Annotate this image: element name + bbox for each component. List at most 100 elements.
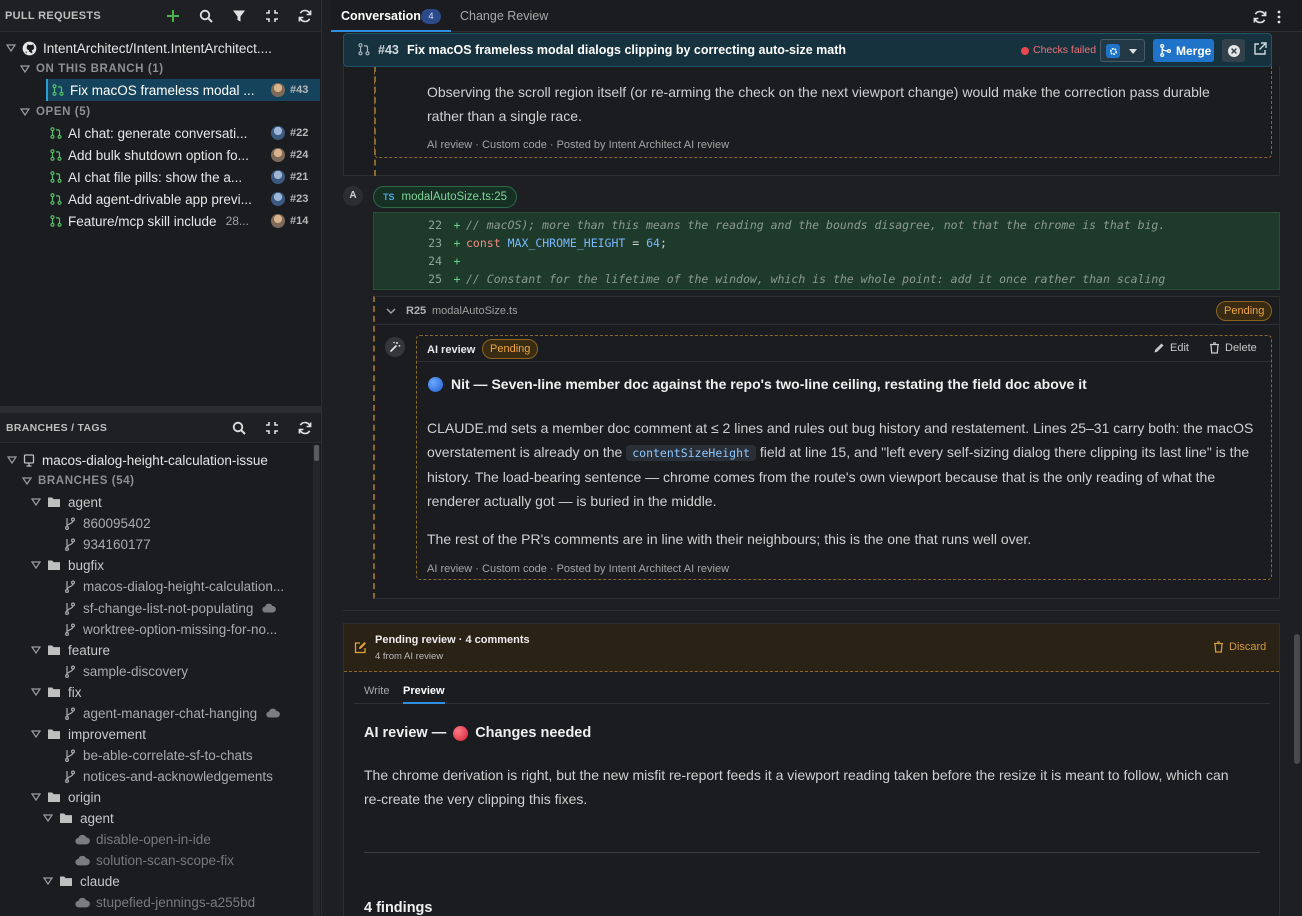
pr-item[interactable]: AI chat file pills: show the a... #21 bbox=[48, 166, 320, 188]
pr-item[interactable]: Add agent-drivable app previ... #23 bbox=[48, 188, 320, 210]
branches-panel: BRANCHES / TAGS macos-dialog-height-calc… bbox=[0, 413, 321, 916]
pull-request-icon bbox=[358, 43, 370, 56]
branch-item[interactable]: agent-manager-chat-hanging bbox=[0, 702, 321, 724]
merge-button[interactable]: Merge bbox=[1153, 39, 1214, 62]
search-icon[interactable] bbox=[222, 413, 255, 443]
refresh-icon[interactable] bbox=[288, 1, 321, 31]
branch-item[interactable]: be-able-correlate-sf-to-chats bbox=[0, 744, 321, 766]
expand-triangle-icon bbox=[43, 877, 53, 886]
scrollbar-thumb[interactable] bbox=[1294, 634, 1300, 764]
pr-title: Add agent-drivable app previ... bbox=[68, 191, 252, 207]
branch-label: sample-discovery bbox=[83, 663, 189, 679]
expand-triangle-icon bbox=[31, 561, 41, 570]
branch-icon bbox=[64, 602, 76, 615]
folder-bugfix[interactable]: bugfix bbox=[0, 554, 321, 576]
branch-label: be-able-correlate-sf-to-chats bbox=[83, 747, 253, 763]
pr-title: Add bulk shutdown option fo... bbox=[68, 147, 249, 163]
review-thread-header[interactable]: R25 modalAutoSize.ts Pending bbox=[375, 297, 1280, 325]
pr-item[interactable]: Add bulk shutdown option fo... #24 bbox=[48, 144, 320, 166]
tab-write[interactable]: Write bbox=[364, 685, 389, 697]
branch-item[interactable]: worktree-option-missing-for-no... bbox=[0, 618, 321, 640]
comment-heading: Nit — Seven-line member doc against the … bbox=[428, 376, 1087, 392]
collapse-all-icon[interactable] bbox=[255, 413, 288, 443]
pull-request-icon bbox=[50, 149, 62, 161]
preview-heading-prefix: AI review — bbox=[364, 725, 447, 741]
folder-icon bbox=[47, 496, 61, 508]
main-scrollbar[interactable] bbox=[1293, 32, 1301, 916]
branch-item[interactable]: 860095402 bbox=[0, 512, 321, 534]
file-chip[interactable]: TS modalAutoSize.ts:25 bbox=[373, 186, 517, 208]
checks-failed-dot bbox=[1021, 47, 1029, 55]
code-keyword: const bbox=[466, 236, 501, 250]
branch-label: agent-manager-chat-hanging bbox=[83, 705, 258, 721]
filter-icon[interactable] bbox=[222, 1, 255, 31]
sidebar-splitter[interactable] bbox=[322, 0, 331, 916]
branch-item[interactable]: sample-discovery bbox=[0, 660, 321, 682]
remote-branch-item[interactable]: solution-scan-scope-fix bbox=[0, 849, 321, 871]
expand-triangle-icon bbox=[43, 814, 53, 823]
refresh-icon[interactable] bbox=[288, 413, 321, 443]
branch-item[interactable]: notices-and-acknowledgements bbox=[0, 765, 321, 787]
branch-label: stupefied-jennings-a255bd bbox=[96, 894, 256, 910]
pr-item[interactable]: Feature/mcp skill include 28... #14 bbox=[48, 210, 320, 232]
folder-fix[interactable]: fix bbox=[0, 681, 321, 703]
avatar bbox=[271, 126, 285, 140]
pr-number: #23 bbox=[290, 193, 309, 205]
repo-node[interactable]: IntentArchitect/Intent.IntentArchitect..… bbox=[0, 37, 321, 59]
folder-feature[interactable]: feature bbox=[0, 639, 321, 661]
computer-icon bbox=[23, 453, 35, 467]
remote-branch-item[interactable]: stupefied-jennings-a255bd bbox=[0, 891, 321, 913]
inline-code: contentSizeHeight bbox=[626, 445, 756, 461]
folder-agent[interactable]: agent bbox=[0, 491, 321, 513]
blue-circle-icon bbox=[428, 376, 443, 392]
editor-tabs: Write Preview bbox=[354, 680, 1270, 704]
close-icon[interactable] bbox=[1222, 39, 1245, 62]
line-number: 24 bbox=[428, 254, 442, 268]
branch-item[interactable]: sf-change-list-not-populating bbox=[0, 597, 321, 619]
branch-icon bbox=[64, 517, 76, 530]
open-section[interactable]: OPEN (5) bbox=[0, 101, 321, 123]
more-options-icon[interactable] bbox=[1276, 10, 1282, 24]
branch-icon bbox=[64, 623, 76, 636]
branch-label: solution-scan-scope-fix bbox=[96, 852, 235, 868]
on-branch-section[interactable]: ON THIS BRANCH (1) bbox=[0, 58, 321, 80]
collapse-all-icon[interactable] bbox=[255, 1, 288, 31]
folder-improvement[interactable]: improvement bbox=[0, 723, 321, 745]
refresh-icon[interactable] bbox=[1253, 10, 1267, 24]
current-branch-node[interactable]: macos-dialog-height-calculation-issue bbox=[0, 449, 321, 471]
branch-item[interactable]: 934160177 bbox=[0, 533, 321, 555]
comment-footer: AI review · Custom code · Posted by Inte… bbox=[427, 563, 730, 575]
pr-item[interactable]: AI chat: generate conversati... #22 bbox=[48, 122, 320, 144]
branch-item[interactable]: macos-dialog-height-calculation... bbox=[0, 575, 321, 597]
on-branch-label: ON THIS BRANCH (1) bbox=[36, 63, 164, 75]
branches-count-label: BRANCHES (54) bbox=[38, 475, 135, 487]
add-icon[interactable] bbox=[156, 1, 189, 31]
chevron-down-icon[interactable] bbox=[386, 307, 396, 315]
folder-origin-claude[interactable]: claude bbox=[0, 870, 321, 892]
folder-origin[interactable]: origin bbox=[0, 786, 321, 808]
line-number: 23 bbox=[428, 236, 442, 250]
pr-item-current[interactable]: Fix macOS frameless modal ... #43 bbox=[46, 79, 320, 101]
magic-wand-icon bbox=[385, 337, 405, 357]
search-icon[interactable] bbox=[189, 1, 222, 31]
author-avatar: A bbox=[343, 186, 363, 206]
checks-status[interactable]: Checks failed bbox=[1033, 44, 1096, 56]
delete-button[interactable]: Delete bbox=[1209, 342, 1257, 354]
pr-extra: 28... bbox=[225, 214, 249, 228]
discard-button[interactable]: Discard bbox=[1213, 641, 1266, 653]
code-operator: = bbox=[625, 236, 647, 250]
ai-comment-header: AI review Pending Edit Delete bbox=[417, 336, 1271, 362]
findings-heading: 4 findings bbox=[364, 900, 433, 916]
merge-method-select[interactable] bbox=[1100, 39, 1145, 62]
pending-review-header: Pending review · 4 comments 4 from AI re… bbox=[344, 624, 1279, 672]
tab-preview[interactable]: Preview bbox=[403, 685, 445, 704]
branches-section[interactable]: BRANCHES (54) bbox=[0, 470, 321, 492]
remote-branch-item[interactable]: disable-open-in-ide bbox=[0, 828, 321, 850]
open-external-icon[interactable] bbox=[1253, 42, 1267, 56]
folder-origin-agent[interactable]: agent bbox=[0, 807, 321, 829]
line-number: 22 bbox=[428, 218, 442, 232]
tab-change-review[interactable]: Change Review bbox=[453, 0, 553, 32]
gear-icon bbox=[1106, 44, 1120, 58]
edit-button[interactable]: Edit bbox=[1153, 342, 1189, 354]
expand-triangle-icon bbox=[31, 730, 41, 739]
